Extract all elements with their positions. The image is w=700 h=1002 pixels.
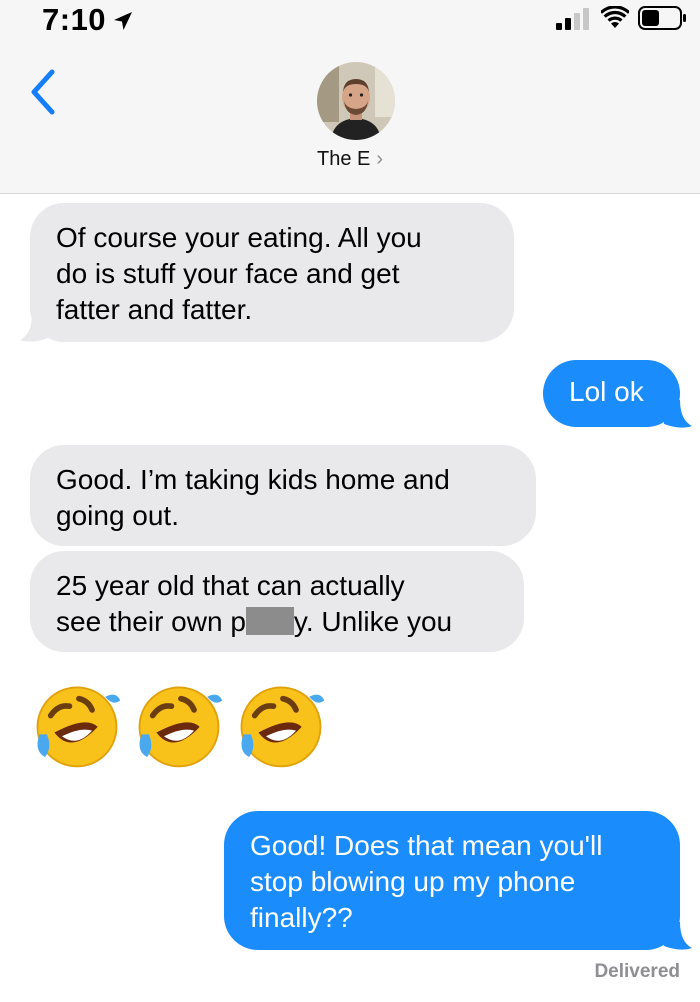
message-text: 25 year old that can actually see their …: [56, 570, 452, 637]
message-text: Of course your eating. All you do is stu…: [56, 222, 422, 325]
message-bubble-incoming[interactable]: Of course your eating. All you do is stu…: [30, 203, 514, 342]
back-chevron-icon[interactable]: [26, 68, 60, 116]
redaction-block: [245, 607, 294, 635]
bubble-tail: [20, 314, 48, 342]
message-text: Good! Does that mean you'll stop blowing…: [250, 830, 603, 933]
contact-photo: [317, 62, 395, 140]
message-bubble-incoming[interactable]: 25 year old that can actually see their …: [30, 551, 524, 652]
cellular-signal-icon: [556, 8, 589, 30]
emoji-message[interactable]: [30, 678, 350, 770]
message-bubble-outgoing[interactable]: Lol ok: [543, 360, 680, 427]
rolling-laughing-emoji: [240, 686, 325, 768]
conversation-header: 7:10 The E ›: [0, 0, 700, 194]
message-text-part: y. Unlike you: [293, 606, 453, 637]
bubble-tail: [664, 922, 692, 950]
message-text: Good. I’m taking kids home and going out…: [56, 464, 450, 531]
message-bubble-incoming[interactable]: Good. I’m taking kids home and going out…: [30, 445, 536, 546]
wifi-icon: [601, 6, 629, 28]
chevron-right-icon: ›: [376, 148, 384, 170]
rolling-laughing-emoji: [36, 686, 121, 768]
bubble-tail: [664, 400, 692, 428]
delivery-status: Delivered: [594, 961, 680, 982]
contact-avatar[interactable]: [317, 62, 395, 140]
status-time: 7:10: [42, 2, 107, 37]
contact-title-row[interactable]: The E ›: [0, 148, 700, 171]
contact-name[interactable]: The E: [317, 148, 370, 170]
battery-icon: [638, 6, 686, 30]
message-text: Lol ok: [569, 376, 644, 407]
location-arrow-icon: [114, 12, 132, 30]
rolling-laughing-emoji: [138, 686, 223, 768]
message-bubble-outgoing[interactable]: Good! Does that mean you'll stop blowing…: [224, 811, 680, 950]
